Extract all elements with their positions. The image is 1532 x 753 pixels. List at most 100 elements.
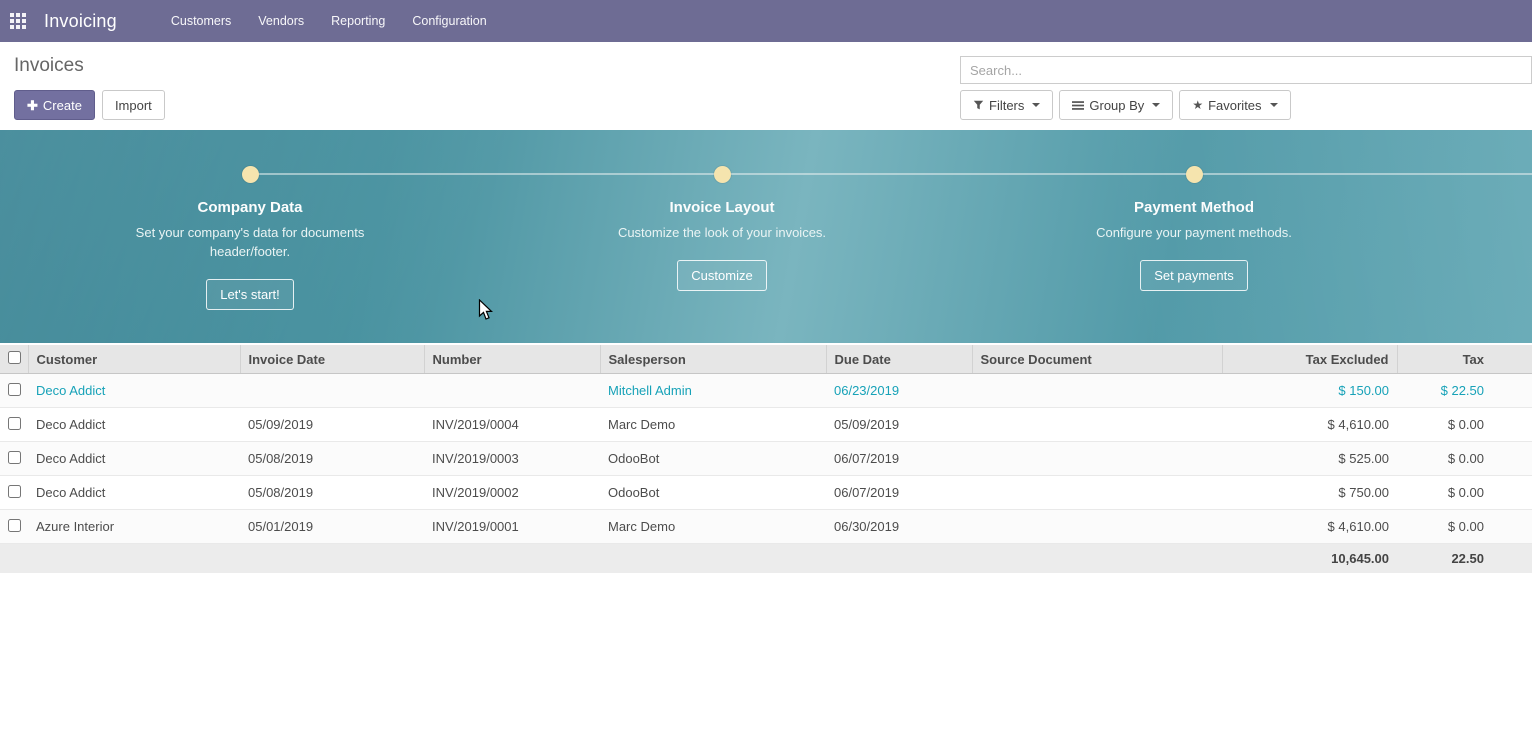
cell-source-document[interactable]: [972, 476, 1222, 510]
cell-customer[interactable]: Deco Addict: [28, 476, 240, 510]
column-header-source-document[interactable]: Source Document: [972, 345, 1222, 374]
cell-tax-excluded[interactable]: $ 525.00: [1222, 442, 1397, 476]
cell-due-date[interactable]: 06/23/2019: [826, 374, 972, 408]
menu-reporting[interactable]: Reporting: [321, 7, 395, 35]
row-checkbox[interactable]: [8, 383, 21, 396]
apps-menu-button[interactable]: [0, 0, 36, 42]
step-title: Invoice Layout: [486, 199, 958, 216]
step-description: Customize the look of your invoices.: [605, 224, 840, 243]
cell-customer[interactable]: Deco Addict: [28, 442, 240, 476]
cell-invoice-date[interactable]: 05/09/2019: [240, 408, 424, 442]
search-facet-buttons: Filters Group By ★ Favorites: [960, 90, 1291, 120]
cell-customer[interactable]: Deco Addict: [28, 374, 240, 408]
cell-number[interactable]: INV/2019/0002: [424, 476, 600, 510]
import-button[interactable]: Import: [102, 90, 165, 120]
invoice-table-body: Deco Addict Mitchell Admin06/23/2019 $ 150…: [0, 374, 1532, 544]
table-row[interactable]: Deco Addict05/09/2019INV/2019/0004Marc D…: [0, 408, 1532, 442]
favorites-button-label: Favorites: [1208, 98, 1261, 113]
select-all-checkbox[interactable]: [8, 351, 21, 364]
cell-customer[interactable]: Azure Interior: [28, 510, 240, 544]
step-title: Company Data: [14, 199, 486, 216]
table-row[interactable]: Deco Addict05/08/2019INV/2019/0003OdooBo…: [0, 442, 1532, 476]
app-title[interactable]: Invoicing: [44, 11, 117, 32]
cell-tax-excluded[interactable]: $ 4,610.00: [1222, 510, 1397, 544]
group-by-button[interactable]: Group By: [1059, 90, 1173, 120]
cell-number[interactable]: INV/2019/0001: [424, 510, 600, 544]
cell-due-date[interactable]: 06/30/2019: [826, 510, 972, 544]
cell-tax[interactable]: $ 0.00: [1397, 408, 1532, 442]
caret-down-icon: [1152, 103, 1160, 107]
column-header-due-date[interactable]: Due Date: [826, 345, 972, 374]
cell-tax[interactable]: $ 0.00: [1397, 476, 1532, 510]
create-button[interactable]: ✚ Create: [14, 90, 95, 120]
total-tax-excluded: 10,645.00: [1222, 544, 1397, 574]
select-all-cell: [0, 345, 28, 374]
cell-tax[interactable]: $ 0.00: [1397, 442, 1532, 476]
cell-invoice-date[interactable]: [240, 374, 424, 408]
onboarding-banner: Company Data Set your company's data for…: [0, 130, 1532, 343]
step-dot-icon: [1186, 166, 1203, 183]
column-header-customer[interactable]: Customer: [28, 345, 240, 374]
cell-customer[interactable]: Deco Addict: [28, 408, 240, 442]
cell-due-date[interactable]: 06/07/2019: [826, 442, 972, 476]
column-header-tax[interactable]: Tax: [1397, 345, 1532, 374]
cell-due-date[interactable]: 06/07/2019: [826, 476, 972, 510]
cell-tax-excluded[interactable]: $ 150.00: [1222, 374, 1397, 408]
row-checkbox[interactable]: [8, 417, 21, 430]
row-checkbox[interactable]: [8, 519, 21, 532]
lets-start-button[interactable]: Let's start!: [206, 279, 294, 310]
filters-button-label: Filters: [989, 98, 1024, 113]
cell-number[interactable]: INV/2019/0003: [424, 442, 600, 476]
cell-source-document[interactable]: [972, 408, 1222, 442]
cell-source-document[interactable]: [972, 442, 1222, 476]
cell-salesperson[interactable]: OdooBot: [600, 442, 826, 476]
menu-vendors[interactable]: Vendors: [248, 7, 314, 35]
cell-invoice-date[interactable]: 05/01/2019: [240, 510, 424, 544]
menu-configuration[interactable]: Configuration: [402, 7, 496, 35]
page-title: Invoices: [14, 55, 84, 77]
cell-source-document[interactable]: [972, 510, 1222, 544]
column-header-salesperson[interactable]: Salesperson: [600, 345, 826, 374]
cell-tax-excluded[interactable]: $ 750.00: [1222, 476, 1397, 510]
menu-customers[interactable]: Customers: [161, 7, 241, 35]
cell-tax[interactable]: $ 22.50: [1397, 374, 1532, 408]
column-header-number[interactable]: Number: [424, 345, 600, 374]
caret-down-icon: [1032, 103, 1040, 107]
group-by-icon: [1072, 100, 1084, 111]
column-header-tax-excluded[interactable]: Tax Excluded: [1222, 345, 1397, 374]
step-dot-icon: [242, 166, 259, 183]
row-checkbox[interactable]: [8, 485, 21, 498]
row-checkbox[interactable]: [8, 451, 21, 464]
cell-invoice-date[interactable]: 05/08/2019: [240, 442, 424, 476]
cell-tax[interactable]: $ 0.00: [1397, 510, 1532, 544]
onboarding-step-company-data: Company Data Set your company's data for…: [14, 130, 486, 310]
search-input[interactable]: [960, 56, 1532, 84]
cell-salesperson[interactable]: Marc Demo: [600, 408, 826, 442]
filters-button[interactable]: Filters: [960, 90, 1053, 120]
top-navbar: Invoicing Customers Vendors Reporting Co…: [0, 0, 1532, 42]
customize-button[interactable]: Customize: [677, 260, 766, 291]
table-row[interactable]: Deco Addict05/08/2019INV/2019/0002OdooBo…: [0, 476, 1532, 510]
step-description: Configure your payment methods.: [1077, 224, 1312, 243]
action-buttons: ✚ Create Import: [14, 90, 165, 120]
row-select-cell: [0, 408, 28, 442]
cell-source-document[interactable]: [972, 374, 1222, 408]
table-row[interactable]: Deco Addict Mitchell Admin06/23/2019 $ 150…: [0, 374, 1532, 408]
row-select-cell: [0, 442, 28, 476]
group-by-button-label: Group By: [1089, 98, 1144, 113]
total-tax: 22.50: [1397, 544, 1532, 574]
plus-icon: ✚: [27, 99, 38, 112]
cell-number[interactable]: INV/2019/0004: [424, 408, 600, 442]
cell-salesperson[interactable]: OdooBot: [600, 476, 826, 510]
row-select-cell: [0, 476, 28, 510]
cell-due-date[interactable]: 05/09/2019: [826, 408, 972, 442]
cell-number[interactable]: [424, 374, 600, 408]
cell-salesperson[interactable]: Marc Demo: [600, 510, 826, 544]
table-row[interactable]: Azure Interior05/01/2019INV/2019/0001Mar…: [0, 510, 1532, 544]
favorites-button[interactable]: ★ Favorites: [1179, 90, 1290, 120]
cell-tax-excluded[interactable]: $ 4,610.00: [1222, 408, 1397, 442]
cell-invoice-date[interactable]: 05/08/2019: [240, 476, 424, 510]
column-header-invoice-date[interactable]: Invoice Date: [240, 345, 424, 374]
set-payments-button[interactable]: Set payments: [1140, 260, 1248, 291]
cell-salesperson[interactable]: Mitchell Admin: [600, 374, 826, 408]
